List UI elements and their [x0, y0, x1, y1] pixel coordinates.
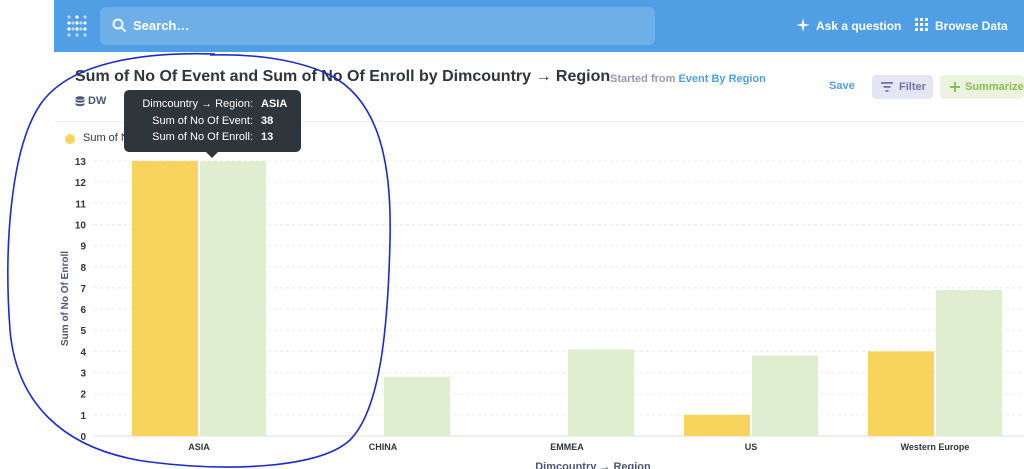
metabase-logo-icon[interactable]	[66, 14, 88, 38]
bar-event[interactable]	[132, 161, 198, 436]
filter-button[interactable]: Filter	[872, 75, 933, 99]
y-tick-label: 4	[80, 347, 86, 358]
database-name: DW	[88, 95, 107, 107]
tooltip-key: Sum of No Of Event:	[152, 115, 253, 127]
started-from-link[interactable]: Event By Region	[678, 73, 765, 85]
started-from-prefix: Started from	[610, 73, 676, 85]
y-tick-label: 11	[75, 199, 86, 210]
bar-enroll[interactable]	[384, 376, 450, 436]
question-title: Sum of No Of Event and Sum of No Of Enro…	[75, 68, 611, 85]
search-icon	[112, 18, 126, 32]
tooltip-value: 38	[261, 115, 274, 127]
x-tick-label: Western Europe	[901, 442, 970, 452]
search-bar[interactable]: Search…	[100, 7, 655, 45]
tooltip-value: ASIA	[261, 98, 288, 110]
started-from: Started from Event By Region	[610, 73, 766, 85]
x-tick-label: US	[745, 442, 758, 452]
app-frame: Search… Ask a question Browse Data Sum o…	[0, 0, 1024, 469]
x-axis-title: Dimcountry → Region	[535, 461, 651, 469]
tooltip-row-enroll: Sum of No Of Enroll: 13	[124, 131, 301, 145]
tooltip-value: 13	[261, 131, 274, 143]
top-navbar: Search… Ask a question Browse Data	[54, 0, 1024, 52]
grid-icon	[915, 18, 928, 31]
bar-enroll[interactable]	[568, 349, 634, 436]
filter-icon	[881, 82, 893, 92]
left-gutter	[0, 0, 54, 469]
y-tick-label: 6	[80, 305, 86, 316]
database-icon	[75, 96, 85, 107]
legend-dot-event[interactable]	[65, 134, 75, 144]
y-tick-label: 10	[75, 220, 87, 231]
bar-enroll[interactable]	[200, 161, 266, 436]
y-tick-label: 12	[75, 178, 87, 189]
bar-chart: 012345678910111213ASIA CHINA EMMEA US Wester…	[60, 157, 1024, 469]
x-tick-label: ASIA	[188, 442, 210, 452]
y-tick-label: 5	[80, 326, 86, 337]
y-tick-label: 3	[80, 369, 86, 380]
sparkle-icon	[796, 18, 810, 32]
bar-event[interactable]	[684, 414, 750, 436]
y-tick-label: 13	[75, 157, 87, 168]
bar-event[interactable]	[868, 351, 934, 436]
tooltip-row-region: Dimcountry → Region: ASIA	[124, 98, 301, 112]
y-tick-label: 9	[80, 242, 86, 253]
tooltip-key: Sum of No Of Enroll:	[152, 131, 253, 143]
x-tick-label: EMMEA	[550, 442, 584, 452]
ask-question-label: Ask a question	[816, 19, 902, 33]
y-tick-label: 1	[80, 411, 86, 422]
y-tick-label: 2	[80, 390, 86, 401]
filter-label: Filter	[899, 81, 926, 93]
summarize-button[interactable]: Summarize	[940, 75, 1024, 99]
chart-tooltip: Dimcountry → Region: ASIA Sum of No Of E…	[124, 90, 301, 158]
bar-enroll[interactable]	[936, 290, 1002, 436]
tooltip-row-event: Sum of No Of Event: 38	[124, 115, 301, 129]
tooltip-key: Dimcountry → Region:	[142, 98, 253, 110]
search-placeholder: Search…	[133, 18, 190, 33]
save-button[interactable]: Save	[829, 80, 855, 92]
legend-label-event[interactable]: Sum of No Of Event	[83, 132, 128, 144]
summarize-label: Summarize	[965, 81, 1024, 93]
y-tick-label: 7	[80, 284, 86, 295]
tooltip-arrow	[206, 152, 218, 158]
y-tick-label: 8	[80, 263, 86, 274]
y-tick-label: 0	[80, 432, 86, 443]
x-tick-label: CHINA	[369, 442, 398, 452]
plus-icon	[950, 82, 960, 92]
browse-data-label: Browse Data	[935, 19, 1008, 33]
y-axis-title: Sum of No Of Enroll	[60, 251, 71, 346]
bar-enroll[interactable]	[752, 355, 818, 436]
